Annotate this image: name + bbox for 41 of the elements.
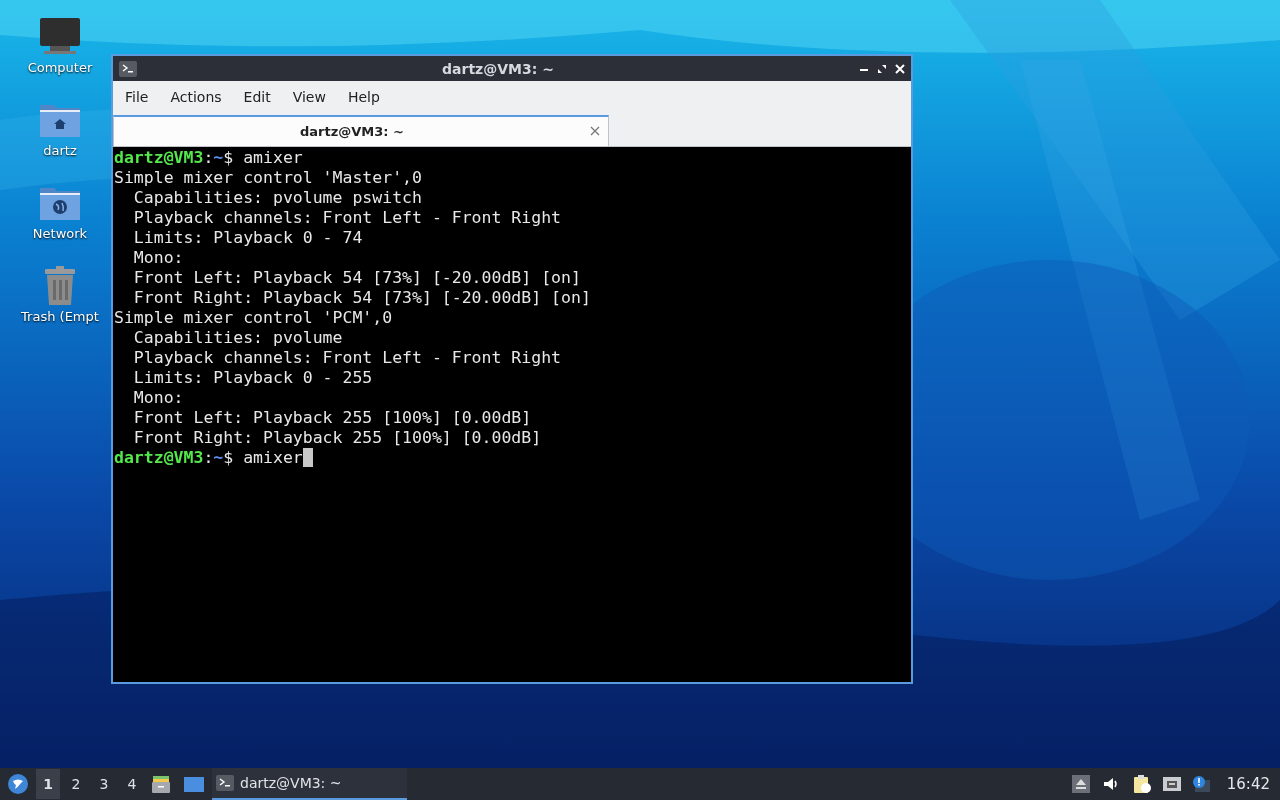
clipboard-icon[interactable] (1131, 775, 1152, 793)
terminal-icon (216, 775, 234, 791)
menu-item[interactable]: Edit (235, 85, 279, 109)
output-line: Front Left: Playback 255 [100%] [0.00dB] (132, 408, 532, 428)
window-title: dartz@VM3: ~ (441, 60, 555, 77)
output-line: Front Left: Playback 54 [73%] [-20.00dB] [on] (132, 268, 581, 288)
workspace-button[interactable]: 1 (36, 769, 60, 799)
network-icon[interactable] (1161, 775, 1182, 793)
tab[interactable]: dartz@VM3: ~ (113, 115, 609, 146)
file-cabinet-icon[interactable] (151, 774, 173, 794)
desktop-icon[interactable] (183, 774, 205, 794)
output-line: Simple mixer control 'Master',0 (114, 168, 422, 188)
workspace-button[interactable]: 3 (92, 769, 116, 799)
notification-icon[interactable] (1191, 775, 1212, 793)
output-line: Mono: (132, 248, 184, 268)
workspace-button[interactable]: 4 (120, 769, 144, 799)
maximize-icon[interactable] (877, 63, 887, 74)
icon-label[interactable]: Network (32, 226, 88, 241)
menu-item[interactable]: File (117, 85, 157, 109)
prompt-line: dartz@VM3:~$ amixer (114, 448, 313, 468)
workspace-button[interactable]: 2 (64, 769, 88, 799)
menu-item[interactable]: Help (339, 85, 388, 109)
terminal-icon (119, 60, 137, 77)
output-line: Mono: (132, 388, 184, 408)
clock[interactable]: 16:42 (1218, 775, 1276, 793)
output-line: Limits: Playback 0 - 255 (132, 368, 373, 388)
output-line: Playback channels: Front Left - Front Right (132, 348, 562, 368)
output-line: Front Right: Playback 255 [100%] [0.00dB] (132, 428, 542, 448)
prompt-line: dartz@VM3:~$ amixer (114, 148, 303, 168)
menu-item[interactable]: View (284, 85, 334, 109)
output-line: Simple mixer control 'PCM',0 (114, 308, 393, 328)
output-line: Limits: Playback 0 - 74 (132, 228, 363, 248)
task-button[interactable]: dartz@VM3: ~ (212, 768, 407, 800)
output-line: Front Right: Playback 54 [73%] [-20.00dB] [on] (132, 288, 591, 308)
start-menu-icon[interactable] (7, 773, 29, 795)
output-line: Playback channels: Front Left - Front Right (132, 208, 562, 228)
menu-item[interactable]: Actions (162, 85, 230, 109)
icon-label[interactable]: Trash (Empt (21, 309, 99, 324)
output-line: Capabilities: pvolume pswitch (132, 188, 422, 208)
output-line: Capabilities: pvolume (132, 328, 343, 348)
eject-icon[interactable] (1071, 775, 1092, 793)
